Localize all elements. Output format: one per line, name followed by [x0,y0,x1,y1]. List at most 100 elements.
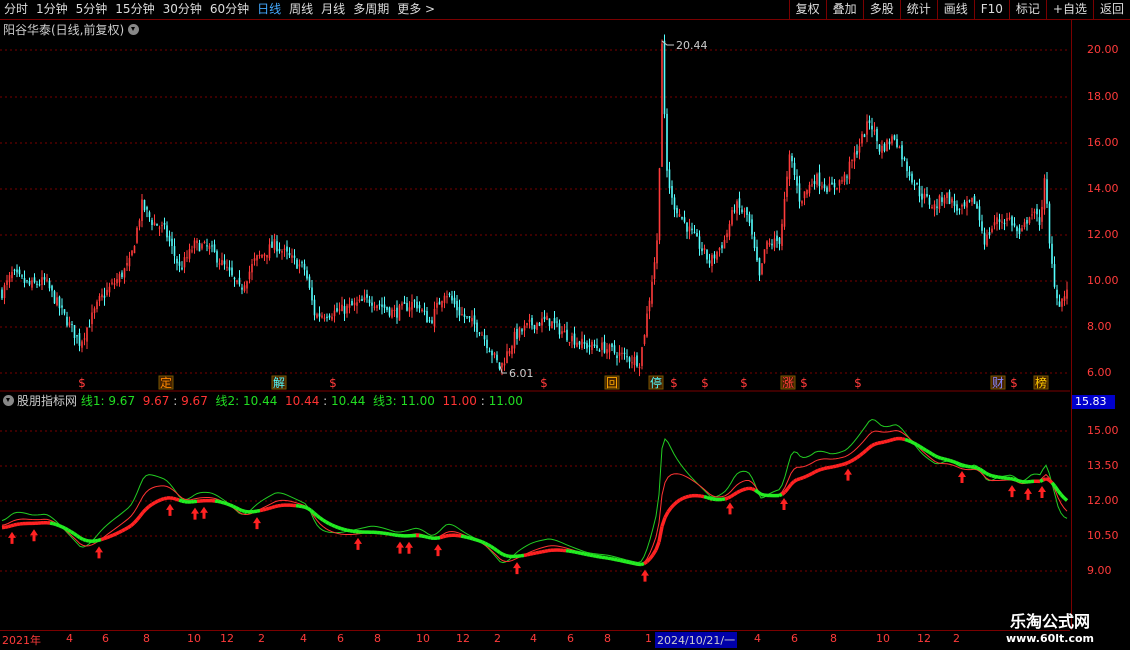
candle-body [541,318,543,326]
candle-body [296,259,298,269]
candle-body [633,357,636,366]
candle-body [923,193,926,199]
candle-body [878,144,881,152]
candle-body [26,280,28,282]
candle-body [638,366,641,369]
candle-body [981,221,983,231]
candle-body [966,201,968,208]
indicator-line3 [268,505,273,511]
candle-body [171,238,173,247]
candle-body [48,280,51,289]
candle-body [496,354,498,361]
candle-body [751,219,753,235]
candle-body [68,322,71,326]
indicator-line3 [703,494,708,500]
indicator-line3 [583,552,588,557]
candle-body [13,269,16,271]
indicator-line3 [808,471,813,477]
candle-body [213,244,216,252]
candle-body [688,226,691,232]
candle-body [521,329,523,332]
candle-body [38,284,41,286]
candle-body [978,206,981,221]
watermark: 乐淘公式网 www.60lt.com [990,608,1110,645]
candle-body [673,197,676,210]
indicator-line3 [871,442,876,448]
candle-body [33,277,36,283]
buy-arrow-icon [958,470,966,483]
candle-body [753,236,756,249]
indicator-line3 [124,526,129,531]
indicator-line3 [643,560,648,566]
candle-body [411,301,413,310]
indicator-line3 [793,478,798,483]
indicator-line3 [730,492,735,498]
candle-body [193,240,196,249]
candle-body [426,311,428,323]
candle-body [183,257,186,268]
candle-body [478,332,481,334]
indicator-line3 [589,553,594,558]
candle-body [273,238,276,250]
candle-body [903,157,906,160]
indicator-line3 [973,465,978,470]
date-label: 4 [300,632,307,645]
indicator-line3 [645,557,652,563]
date-label: 6 [567,632,574,645]
indicator-line3 [118,529,123,534]
indicator-line3 [648,553,655,560]
indicator-line3 [937,455,942,460]
candle-body [283,248,286,250]
candle-body [613,345,616,353]
indicator-line3 [651,548,658,556]
candle-body [588,345,591,347]
indicator-line3 [814,468,819,474]
indicator-line3 [319,516,324,522]
candle-body [728,224,731,237]
buy-arrow-icon [200,506,208,519]
kline-chart-canvas[interactable]: 20.44 6.01 $ 定 解 $ $ 回 停 $ $ $ 涨 $ $ 财 $ 榜 [0,0,1130,650]
buy-arrow-icon [354,537,362,550]
candle-body [641,347,643,366]
candle-body [446,296,448,298]
candle-body [886,139,888,152]
candle-body [421,309,423,312]
candle-body [546,315,548,320]
indicator-line3 [103,535,108,541]
indicator-line3 [979,467,984,473]
candle-body [983,232,986,245]
candle-body [813,181,816,184]
candle-body [921,193,923,200]
indicator-line3 [657,526,664,543]
candle-body [126,263,128,266]
indicator-line3 [922,447,927,452]
event-marker: 回 [606,376,618,390]
candle-body [741,209,743,213]
date-label: 4 [530,632,537,645]
candle-body [416,301,418,309]
candle-body [433,308,436,327]
candle-body [106,289,108,296]
candle-body [238,277,241,285]
candle-body [658,168,661,241]
candle-body [831,182,833,185]
buy-arrow-icon [30,529,38,542]
candle-body [383,304,386,308]
buy-arrow-icon [1008,485,1016,498]
candle-body [591,341,593,350]
candle-body [303,263,306,270]
candle-body [226,266,228,268]
candle-body [348,304,351,308]
indicator-tick-label: 10.50 [1087,529,1119,542]
indicator-line3 [82,537,87,543]
candle-body [998,219,1001,222]
date-label: 6 [102,632,109,645]
candle-body [518,327,521,338]
indicator-line3 [783,487,790,494]
candle-body [793,162,796,176]
indicator-line3 [346,528,351,533]
indicator-line3 [115,530,120,536]
candle-body [708,260,711,264]
candle-body [331,316,333,320]
candle-body [1006,218,1008,222]
